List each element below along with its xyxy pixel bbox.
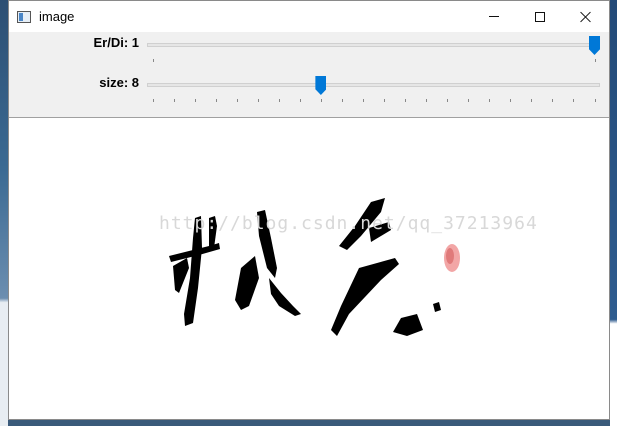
image-window: image Er/Di: 1 size: 8 http://blog.csdn.…	[8, 0, 610, 420]
desktop-background-left	[0, 0, 8, 426]
trackbar-tick	[426, 99, 428, 102]
desktop-background-right	[610, 0, 617, 426]
trackbar-er-di: Er/Di: 1	[9, 32, 609, 72]
trackbar-track[interactable]	[147, 83, 600, 87]
trackbar-tick	[468, 99, 470, 102]
trackbar-tick	[531, 99, 533, 102]
trackbar-tick	[384, 99, 386, 102]
trackbar-thumb[interactable]	[315, 76, 327, 95]
maximize-button[interactable]	[517, 1, 563, 32]
trackbar-track[interactable]	[147, 43, 600, 47]
minimize-icon	[489, 16, 499, 17]
close-icon	[580, 11, 592, 23]
trackbar-tick	[278, 99, 280, 102]
minimize-button[interactable]	[471, 1, 517, 32]
title-bar[interactable]: image	[9, 1, 609, 32]
app-window-icon	[17, 10, 31, 23]
trackbar-thumb[interactable]	[589, 36, 600, 55]
trackbar-tick	[341, 99, 343, 102]
trackbar-tick	[257, 99, 259, 102]
trackbar-ticks	[147, 59, 600, 63]
trackbar-tick	[173, 99, 175, 102]
trackbar-tick	[236, 99, 238, 102]
watermark-text: http://blog.csdn.net/qq_37213964	[159, 213, 538, 234]
trackbar-tick	[152, 99, 154, 102]
trackbar-tick	[405, 99, 407, 102]
trackbar-panel: Er/Di: 1 size: 8	[9, 32, 609, 118]
trackbar-tick	[510, 99, 512, 102]
close-button[interactable]	[563, 1, 609, 32]
trackbar-tick	[594, 59, 596, 62]
trackbar-tick	[152, 59, 154, 62]
trackbar-label: Er/Di: 1	[93, 35, 139, 50]
trackbar-tick	[594, 99, 596, 102]
trackbar-tick	[573, 99, 575, 102]
trackbar-tick	[447, 99, 449, 102]
trackbar-tick	[320, 99, 322, 102]
trackbar-size: size: 8	[9, 72, 609, 112]
trackbar-label: size: 8	[99, 75, 139, 90]
trackbar-tick	[552, 99, 554, 102]
trackbar-tick	[299, 99, 301, 102]
maximize-icon	[535, 11, 545, 22]
trackbar-tick	[215, 99, 217, 102]
trackbar-tick	[489, 99, 491, 102]
trackbar-tick	[362, 99, 364, 102]
trackbar-ticks	[147, 99, 600, 103]
calligraphy-image	[169, 198, 460, 336]
image-canvas: http://blog.csdn.net/qq_37213964	[9, 118, 609, 419]
trackbar-tick	[194, 99, 196, 102]
window-title: image	[39, 9, 75, 24]
